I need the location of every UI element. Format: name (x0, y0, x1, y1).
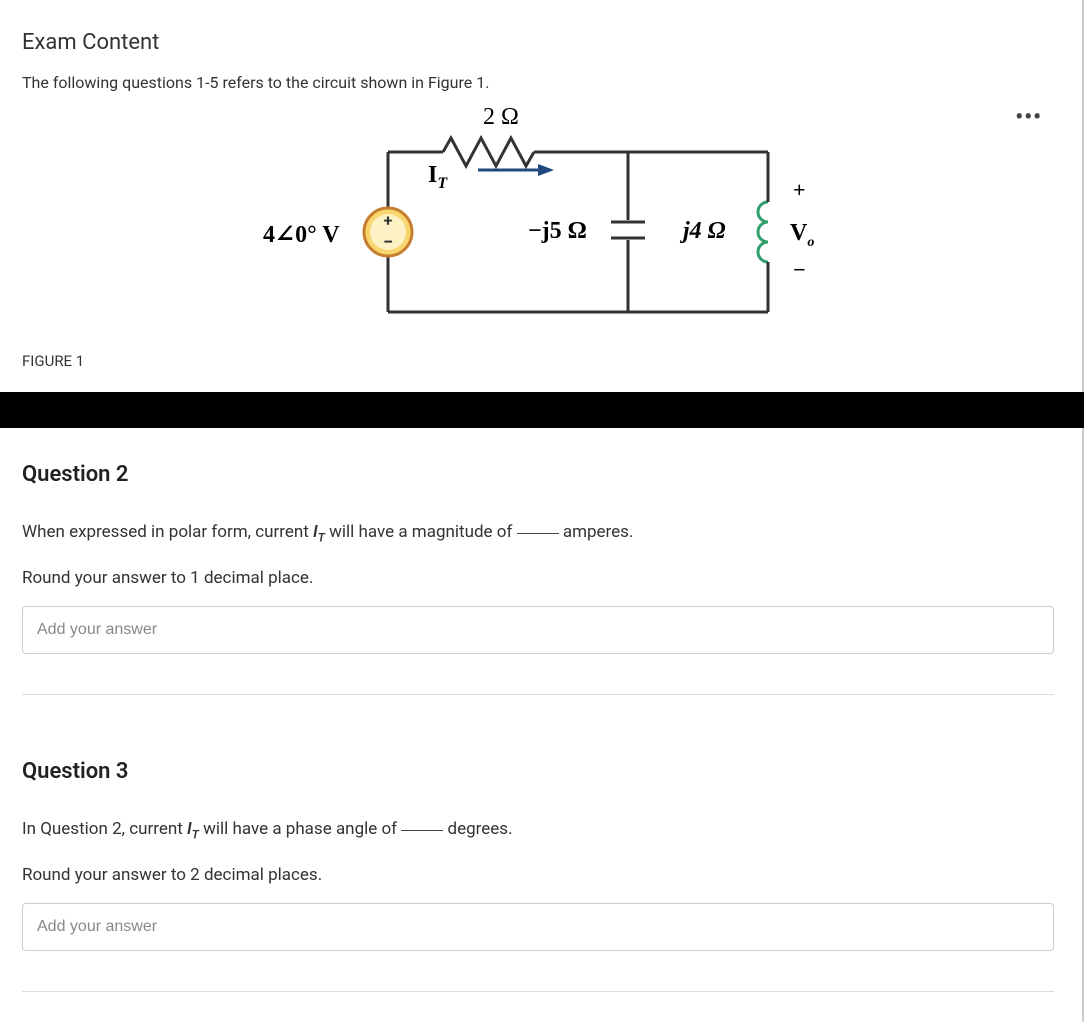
exam-intro: The following questions 1-5 refers to th… (22, 73, 1054, 92)
current-T: T (437, 175, 448, 192)
figure-caption: FIGURE 1 (22, 352, 1054, 370)
capacitor-branch (611, 152, 645, 312)
top-wire (388, 138, 768, 166)
resistor-label: 2 Ω (483, 104, 519, 130)
svg-text:Vo: Vo (790, 220, 814, 250)
question-2-panel: Question 2 When expressed in polar form,… (0, 428, 1084, 725)
question-text: When expressed in polar form, current IT… (22, 521, 1054, 546)
q3-mid: will have a phase angle of (199, 819, 401, 839)
answer-input[interactable] (22, 903, 1054, 951)
round-note: Round your answer to 1 decimal place. (22, 568, 1054, 588)
q3-prefix: In Question 2, current (22, 819, 187, 839)
blank-line (517, 533, 559, 534)
q2-prefix: When expressed in polar form, current (22, 522, 313, 542)
exam-title: Exam Content (22, 30, 1054, 55)
vo-V: V (790, 220, 808, 246)
question-title: Question 3 (22, 759, 1054, 784)
panel-divider (0, 392, 1084, 428)
q2-suffix: amperes. (559, 522, 634, 542)
question-3-panel: Question 3 In Question 2, current IT wil… (0, 725, 1084, 1022)
vo-o: o (807, 235, 814, 250)
inductor-label: j4 Ω (679, 218, 726, 244)
source-minus: − (383, 232, 393, 253)
svg-text:IT: IT (428, 162, 448, 192)
round-note: Round your answer to 2 decimal places. (22, 865, 1054, 885)
circuit-figure: 2 Ω IT + − (22, 102, 1054, 342)
q2-mid: will have a magnitude of (325, 522, 517, 542)
current-arrow (478, 164, 554, 176)
blank-line (401, 830, 443, 831)
current-symbol: IT (187, 819, 199, 839)
question-text: In Question 2, current IT will have a ph… (22, 818, 1054, 843)
question-title: Question 2 (22, 462, 1054, 487)
question-divider (22, 991, 1054, 992)
current-I: I (428, 162, 437, 188)
current-symbol: IT (313, 522, 325, 542)
exam-header-panel: Exam Content The following questions 1-5… (0, 0, 1084, 392)
q3-suffix: degrees. (443, 819, 512, 839)
capacitor-label: −j5 Ω (528, 218, 587, 244)
circuit-diagram: 2 Ω IT + − (228, 102, 848, 342)
source-plus: + (384, 211, 393, 230)
question-divider (22, 694, 1054, 695)
source-label: 4∠0° V (263, 222, 340, 248)
answer-input[interactable] (22, 606, 1054, 654)
vo-minus: − (793, 257, 806, 282)
vo-plus: + (793, 177, 806, 202)
